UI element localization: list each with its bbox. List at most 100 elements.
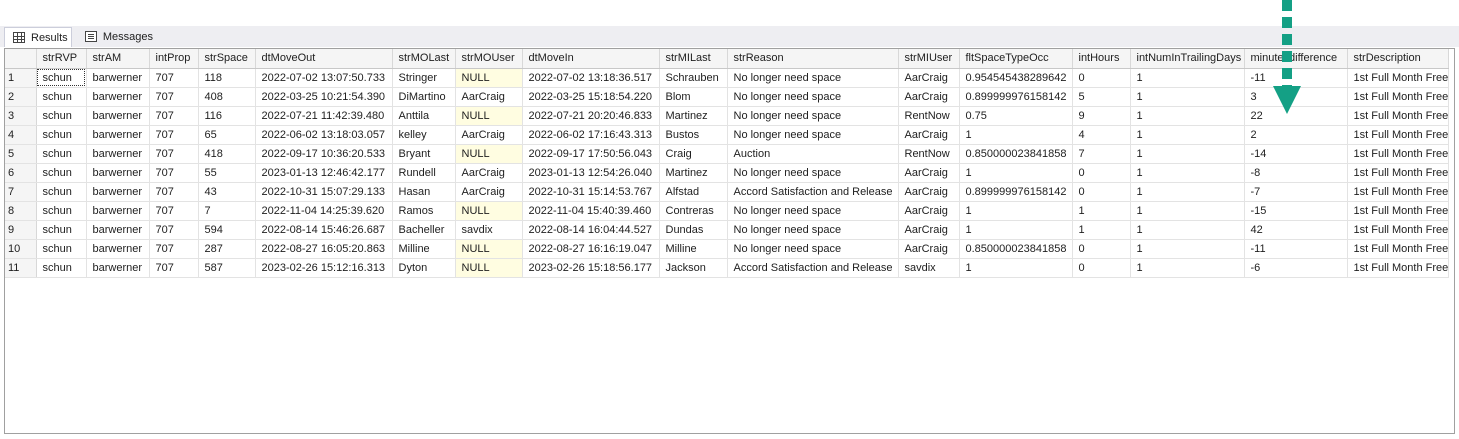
table-cell[interactable]: 707 bbox=[149, 87, 199, 107]
table-cell[interactable]: AarCraig bbox=[898, 125, 960, 145]
table-cell[interactable]: 1 bbox=[1130, 144, 1245, 164]
table-row[interactable]: 10 schun barwerner 707 287 2022-08-27 16:05:2… bbox=[5, 239, 1450, 259]
table-cell[interactable]: schun bbox=[36, 68, 87, 88]
table-cell[interactable]: No longer need space bbox=[727, 163, 899, 183]
table-cell[interactable]: 116 bbox=[198, 106, 256, 126]
table-cell[interactable]: Accord Satisfaction and Release bbox=[727, 182, 899, 202]
table-cell[interactable]: Jackson bbox=[659, 258, 728, 278]
table-cell[interactable]: AarCraig bbox=[455, 125, 523, 145]
table-cell[interactable]: 2022-07-02 13:07:50.733 bbox=[255, 68, 393, 88]
table-cell[interactable]: 2022-11-04 15:40:39.460 bbox=[522, 201, 660, 221]
table-row[interactable]: 9 schun barwerner 707 594 2022-08-14 15:46:26… bbox=[5, 220, 1450, 240]
table-cell[interactable]: Hasan bbox=[392, 182, 456, 202]
table-cell[interactable]: 42 bbox=[1244, 220, 1348, 240]
table-cell[interactable]: schun bbox=[36, 144, 87, 164]
table-cell[interactable]: 1 bbox=[1130, 201, 1245, 221]
table-cell[interactable]: -14 bbox=[1244, 144, 1348, 164]
table-cell[interactable]: Blom bbox=[659, 87, 728, 107]
table-cell[interactable]: 1 bbox=[959, 220, 1073, 240]
column-header[interactable]: intHours bbox=[1072, 49, 1131, 69]
table-cell[interactable]: NULL bbox=[455, 144, 523, 164]
column-header[interactable]: strMILast bbox=[659, 49, 728, 69]
table-cell[interactable]: 0 bbox=[1072, 163, 1131, 183]
table-cell[interactable]: barwerner bbox=[86, 201, 150, 221]
table-cell[interactable]: 0.899999976158142 bbox=[959, 87, 1073, 107]
table-row[interactable]: 5 schun barwerner 707 418 2022-09-17 10:36:20… bbox=[5, 144, 1450, 164]
table-cell[interactable]: barwerner bbox=[86, 182, 150, 202]
table-cell[interactable]: 2022-10-31 15:14:53.767 bbox=[522, 182, 660, 202]
column-header[interactable]: fltSpaceTypeOcc bbox=[959, 49, 1073, 69]
table-cell[interactable]: schun bbox=[36, 182, 87, 202]
table-cell[interactable]: 2022-06-02 17:16:43.313 bbox=[522, 125, 660, 145]
table-cell[interactable]: 2022-07-21 20:20:46.833 bbox=[522, 106, 660, 126]
table-cell[interactable]: 0.850000023841858 bbox=[959, 144, 1073, 164]
table-cell[interactable]: 707 bbox=[149, 258, 199, 278]
table-cell[interactable]: No longer need space bbox=[727, 239, 899, 259]
table-cell[interactable]: Alfstad bbox=[659, 182, 728, 202]
table-cell[interactable]: barwerner bbox=[86, 106, 150, 126]
table-cell[interactable]: schun bbox=[36, 125, 87, 145]
table-cell[interactable]: 2022-10-31 15:07:29.133 bbox=[255, 182, 393, 202]
tab-messages[interactable]: Messages bbox=[77, 27, 153, 46]
table-cell[interactable]: barwerner bbox=[86, 68, 150, 88]
table-cell[interactable]: Bryant bbox=[392, 144, 456, 164]
table-cell[interactable]: 1st Full Month Free bbox=[1347, 220, 1450, 240]
table-cell[interactable]: 2022-09-17 10:36:20.533 bbox=[255, 144, 393, 164]
table-cell[interactable]: 4 bbox=[1072, 125, 1131, 145]
table-cell[interactable]: Schrauben bbox=[659, 68, 728, 88]
tab-results[interactable]: Results bbox=[4, 27, 72, 47]
table-cell[interactable]: 1 bbox=[959, 258, 1073, 278]
table-cell[interactable]: 707 bbox=[149, 106, 199, 126]
table-cell[interactable]: 707 bbox=[149, 163, 199, 183]
table-cell[interactable]: AarCraig bbox=[898, 182, 960, 202]
table-cell[interactable]: 5 bbox=[1072, 87, 1131, 107]
table-cell[interactable]: 65 bbox=[198, 125, 256, 145]
results-grid[interactable]: strRVP strAM intProp strSpace dtMoveOut strMO… bbox=[4, 48, 1455, 434]
table-cell[interactable]: NULL bbox=[455, 201, 523, 221]
table-cell[interactable]: 707 bbox=[149, 125, 199, 145]
table-cell[interactable]: 43 bbox=[198, 182, 256, 202]
table-cell[interactable]: barwerner bbox=[86, 87, 150, 107]
table-cell[interactable]: AarCraig bbox=[898, 163, 960, 183]
table-cell[interactable]: barwerner bbox=[86, 220, 150, 240]
table-cell[interactable]: 2023-02-26 15:18:56.177 bbox=[522, 258, 660, 278]
table-row[interactable]: 11 schun barwerner 707 587 2023-02-26 15:12:1… bbox=[5, 258, 1450, 278]
table-row[interactable]: 6 schun barwerner 707 55 2023-01-13 12:46:42.… bbox=[5, 163, 1450, 183]
column-header[interactable]: strDescription bbox=[1347, 49, 1450, 69]
table-cell[interactable]: 2022-08-14 15:46:26.687 bbox=[255, 220, 393, 240]
table-cell[interactable]: 0.75 bbox=[959, 106, 1073, 126]
table-cell[interactable]: 7 bbox=[1072, 144, 1131, 164]
row-number[interactable]: 7 bbox=[5, 182, 37, 202]
table-cell[interactable]: 0.899999976158142 bbox=[959, 182, 1073, 202]
row-number[interactable]: 11 bbox=[5, 258, 37, 278]
table-cell[interactable]: Contreras bbox=[659, 201, 728, 221]
table-cell[interactable]: 418 bbox=[198, 144, 256, 164]
row-number[interactable]: 6 bbox=[5, 163, 37, 183]
table-cell[interactable]: 1 bbox=[1130, 106, 1245, 126]
table-cell[interactable]: Accord Satisfaction and Release bbox=[727, 258, 899, 278]
table-cell[interactable]: NULL bbox=[455, 106, 523, 126]
table-cell[interactable]: DiMartino bbox=[392, 87, 456, 107]
table-cell[interactable]: 587 bbox=[198, 258, 256, 278]
row-number[interactable]: 4 bbox=[5, 125, 37, 145]
column-header[interactable]: strRVP bbox=[36, 49, 87, 69]
table-cell[interactable]: -7 bbox=[1244, 182, 1348, 202]
table-row[interactable]: 4 schun barwerner 707 65 2022-06-02 13:18:03.… bbox=[5, 125, 1450, 145]
table-cell[interactable]: -15 bbox=[1244, 201, 1348, 221]
table-cell[interactable]: savdix bbox=[898, 258, 960, 278]
table-cell[interactable]: barwerner bbox=[86, 163, 150, 183]
table-cell[interactable]: 2022-11-04 14:25:39.620 bbox=[255, 201, 393, 221]
table-cell[interactable]: RentNow bbox=[898, 144, 960, 164]
table-cell[interactable]: 2023-01-13 12:46:42.177 bbox=[255, 163, 393, 183]
table-cell[interactable]: -11 bbox=[1244, 68, 1348, 88]
column-header[interactable]: dtMoveOut bbox=[255, 49, 393, 69]
table-cell[interactable]: 1st Full Month Free bbox=[1347, 144, 1450, 164]
table-cell[interactable]: 408 bbox=[198, 87, 256, 107]
table-cell[interactable]: No longer need space bbox=[727, 106, 899, 126]
table-cell[interactable]: Martinez bbox=[659, 106, 728, 126]
table-row[interactable]: 3 schun barwerner 707 116 2022-07-21 11:42:39… bbox=[5, 106, 1450, 126]
table-cell[interactable]: 707 bbox=[149, 201, 199, 221]
table-cell[interactable]: schun bbox=[36, 239, 87, 259]
table-cell[interactable]: 2022-07-21 11:42:39.480 bbox=[255, 106, 393, 126]
table-cell[interactable]: Stringer bbox=[392, 68, 456, 88]
